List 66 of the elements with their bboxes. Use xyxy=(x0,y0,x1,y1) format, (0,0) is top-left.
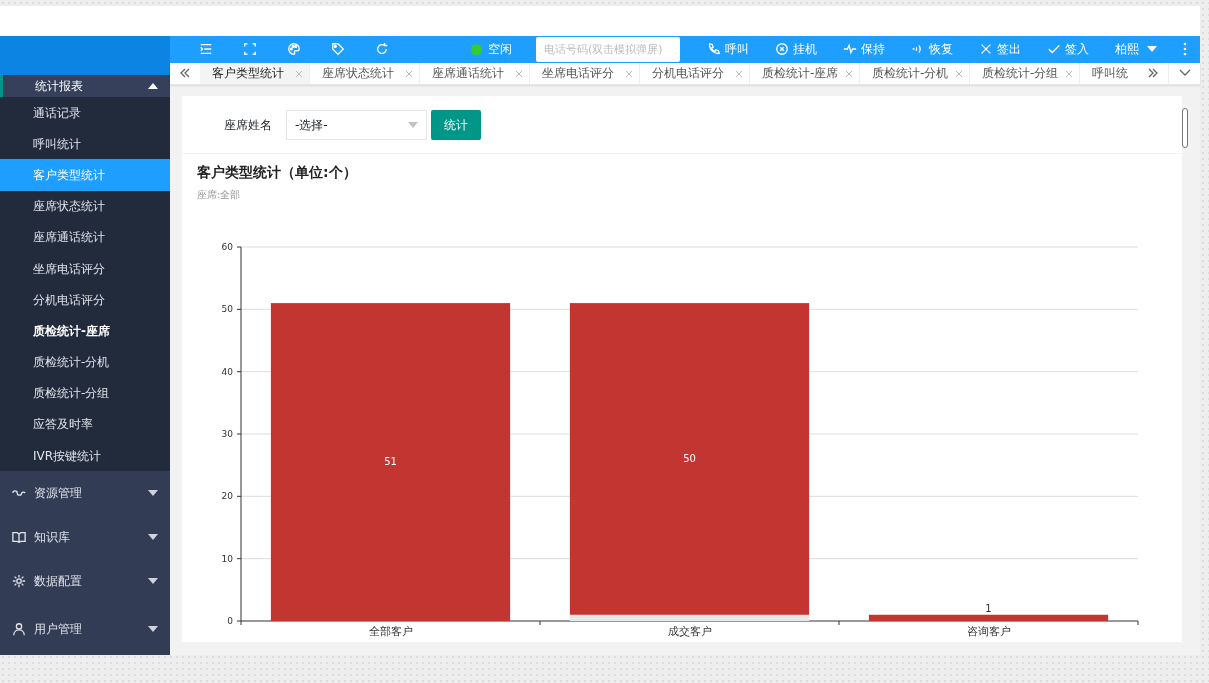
sidebar-item[interactable]: 质检统计-分机 xyxy=(0,346,170,378)
caret-icon xyxy=(148,490,158,497)
phone-icon xyxy=(707,42,721,57)
tab[interactable]: 质检统计-分机 xyxy=(860,62,970,84)
axis-tick-label: 0 xyxy=(227,616,233,626)
tab[interactable]: 座席通话统计 xyxy=(420,62,530,84)
scroll-left-button[interactable] xyxy=(170,62,200,84)
more-icon[interactable] xyxy=(1183,42,1187,57)
tab[interactable]: 分机电话评分 xyxy=(640,62,750,84)
sidebar-item[interactable]: IVR按键统计 xyxy=(0,440,170,472)
menu-icon[interactable] xyxy=(199,42,213,57)
sidebar-menu-group[interactable]: 资源管理 xyxy=(0,471,170,516)
sidebar-item[interactable]: 坐席电话评分 xyxy=(0,252,170,285)
tab[interactable]: 座席状态统计 xyxy=(310,62,420,84)
category-label: 咨询客户 xyxy=(966,625,1011,638)
axis-tick-label: 60 xyxy=(221,242,233,252)
chevron-down-icon[interactable] xyxy=(1178,69,1191,78)
book-icon xyxy=(12,530,26,545)
status-label: 空闲 xyxy=(488,41,512,59)
category-label: 成交客户 xyxy=(667,625,712,638)
sidebar-item[interactable]: 通话记录 xyxy=(0,97,170,129)
tab[interactable]: 客户类型统计 xyxy=(200,62,310,84)
gear-icon xyxy=(12,574,26,589)
data-label: 50 xyxy=(683,452,696,464)
tag-icon[interactable] xyxy=(331,42,345,57)
caret-icon xyxy=(148,578,158,585)
stat-button[interactable]: 统计 xyxy=(431,109,481,140)
sidebar-menu-group[interactable]: 数据配置 xyxy=(0,559,170,604)
sidebar-item[interactable]: 座席状态统计 xyxy=(0,190,170,222)
tab[interactable]: 质检统计-分组 xyxy=(970,62,1080,84)
data-label: 1 xyxy=(985,602,992,614)
tab[interactable]: 质检统计-座席 xyxy=(750,62,860,84)
chart-subtitle: 座席:全部 xyxy=(197,188,242,202)
field-label: 座席姓名 xyxy=(224,116,272,134)
tab-menu-button[interactable] xyxy=(1168,62,1200,84)
sidebar-item[interactable]: 质检统计-分组 xyxy=(0,377,170,409)
refresh-icon[interactable] xyxy=(375,42,389,57)
pulse-icon xyxy=(843,42,857,57)
axis-tick-label: 30 xyxy=(221,429,233,439)
close-circle-icon xyxy=(775,42,789,57)
category-label: 全部客户 xyxy=(368,625,413,638)
tab[interactable]: 呼叫统 xyxy=(1080,62,1132,84)
scrollbar-thumb[interactable] xyxy=(1182,108,1188,148)
caret-icon xyxy=(148,534,158,541)
user-icon xyxy=(12,622,26,637)
axis-tick-label: 50 xyxy=(221,304,233,315)
chart-title: 客户类型统计（单位:个） xyxy=(197,163,358,182)
fullscreen-icon[interactable] xyxy=(243,42,257,57)
double-chevron-right-icon[interactable] xyxy=(1147,67,1159,80)
axis-tick-label: 40 xyxy=(221,366,233,377)
data-label: 51 xyxy=(384,456,397,468)
sidebar-item[interactable]: 应答及时率 xyxy=(0,408,170,441)
sidebar-item[interactable]: 分机电话评分 xyxy=(0,284,170,316)
sidebar-item[interactable]: 质检统计-座席 xyxy=(0,315,170,347)
tab[interactable]: 坐席电话评分 xyxy=(530,62,640,84)
agent-select[interactable]: -选择- xyxy=(286,109,427,140)
axis-tick-label: 10 xyxy=(221,553,233,564)
sidebar-item[interactable]: 呼叫统计 xyxy=(0,128,170,160)
scroll-right-button[interactable] xyxy=(1138,62,1168,84)
sidebar-menu-group[interactable]: 知识库 xyxy=(0,515,170,560)
double-chevron-left-icon[interactable] xyxy=(179,67,191,80)
axis-tick-label: 20 xyxy=(221,491,233,502)
palette-icon[interactable] xyxy=(287,42,301,57)
sidebar-item[interactable]: 座席通话统计 xyxy=(0,221,170,253)
sidebar-menu-group[interactable]: 用户管理 xyxy=(0,603,170,655)
caret-icon xyxy=(148,626,158,633)
